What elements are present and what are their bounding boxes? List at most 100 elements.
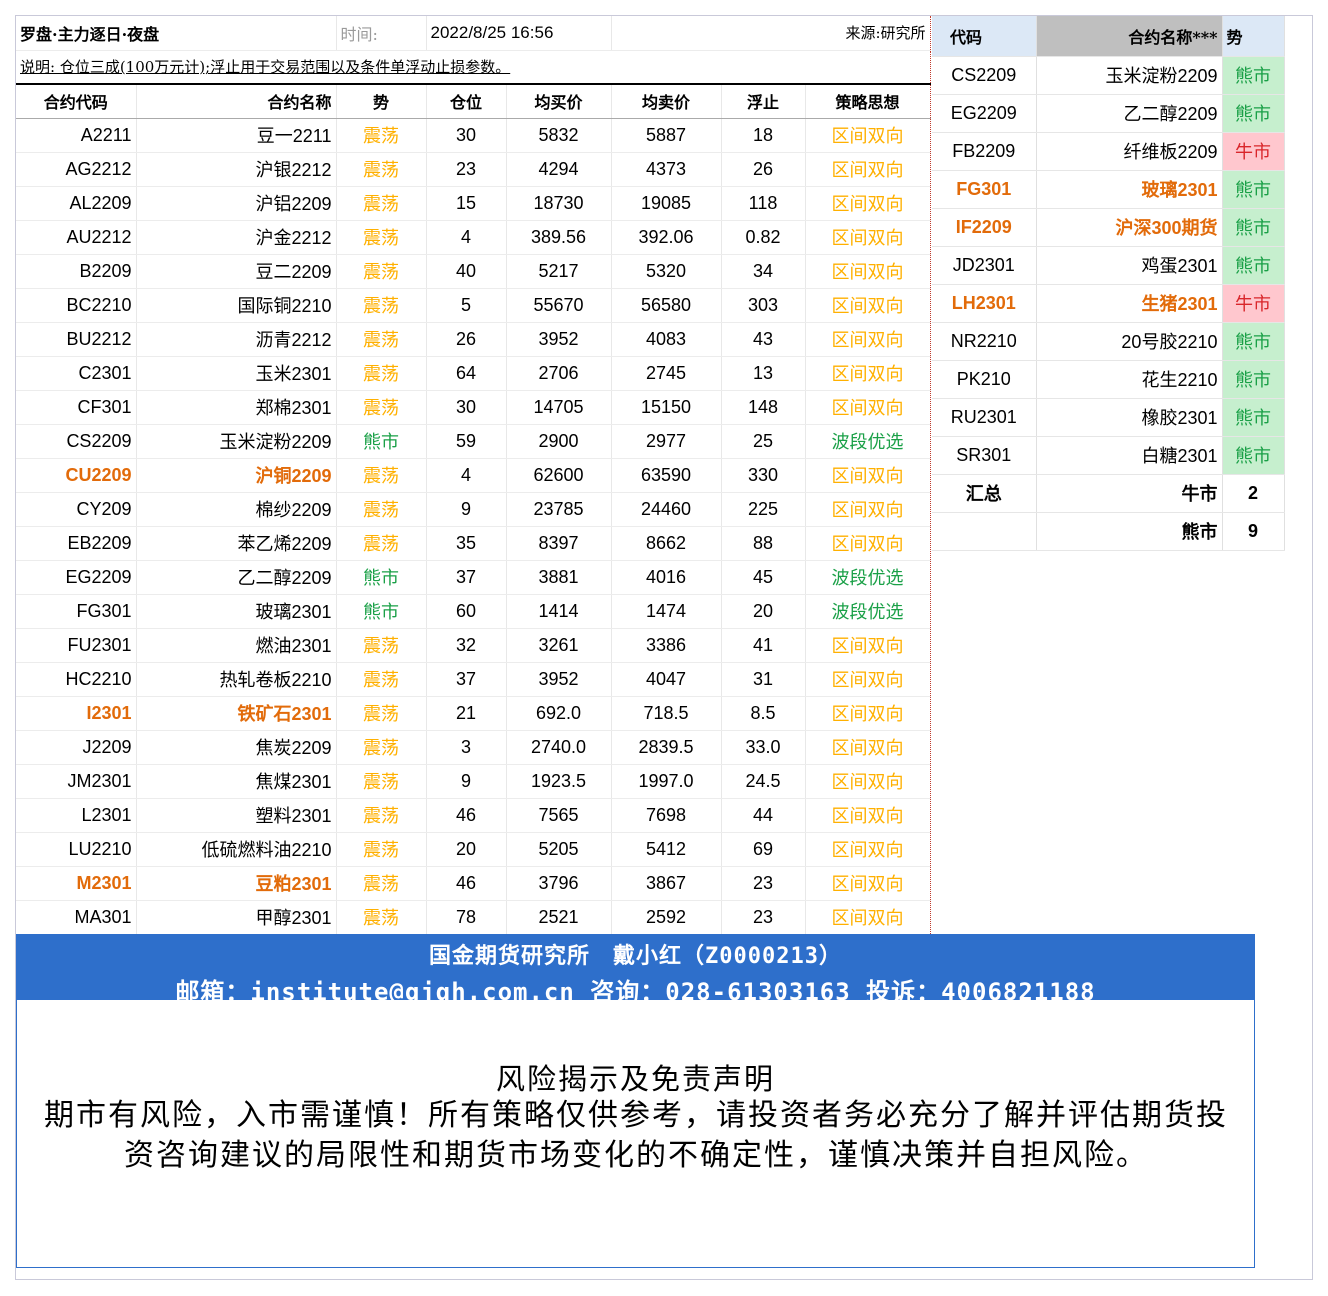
trend-cell[interactable]: 震荡 [336,254,427,289]
float-stop-cell[interactable]: 25 [721,424,806,459]
summary-name-cell[interactable]: 沪深300期货 [1036,208,1223,247]
summary-row[interactable]: FG301 玻璃2301 熊市 [932,170,1285,209]
trend-cell[interactable]: 震荡 [336,730,427,765]
summary-name-cell[interactable]: 鸡蛋2301 [1036,246,1223,285]
position-cell[interactable]: 30 [426,118,507,153]
position-cell[interactable]: 21 [426,696,507,731]
summary-trend-cell[interactable]: 牛市 [1222,284,1285,323]
summary-total-bull-row[interactable]: 汇总 牛市 2 [932,474,1285,513]
summary-code-cell[interactable]: CS2209 [932,56,1037,95]
avg-sell-cell[interactable]: 7698 [611,798,722,833]
contract-name-cell[interactable]: 沥青2212 [136,322,337,357]
table-row[interactable]: JM2301 焦煤2301 震荡 9 1923.5 1997.0 24.5 区间双向 [16,764,931,799]
strategy-cell[interactable]: 区间双向 [805,152,931,187]
avg-buy-cell[interactable]: 389.56 [506,220,612,255]
contract-name-cell[interactable]: 焦炭2209 [136,730,337,765]
avg-sell-cell[interactable]: 392.06 [611,220,722,255]
avg-sell-cell[interactable]: 2839.5 [611,730,722,765]
contract-code-cell[interactable]: EB2209 [16,526,137,561]
table-row[interactable]: HC2210 热轧卷板2210 震荡 37 3952 4047 31 区间双向 [16,662,931,697]
strategy-cell[interactable]: 区间双向 [805,696,931,731]
avg-sell-cell[interactable]: 8662 [611,526,722,561]
summary-name-cell[interactable]: 玻璃2301 [1036,170,1223,209]
strategy-cell[interactable]: 区间双向 [805,118,931,153]
avg-buy-cell[interactable]: 23785 [506,492,612,527]
summary-row[interactable]: NR2210 20号胶2210 熊市 [932,322,1285,361]
summary-name-cell[interactable]: 乙二醇2209 [1036,94,1223,133]
strategy-cell[interactable]: 区间双向 [805,220,931,255]
trend-cell[interactable]: 震荡 [336,526,427,561]
avg-buy-cell[interactable]: 2706 [506,356,612,391]
contract-name-cell[interactable]: 低硫燃料油2210 [136,832,337,867]
table-row[interactable]: FU2301 燃油2301 震荡 32 3261 3386 41 区间双向 [16,628,931,663]
contract-name-cell[interactable]: 苯乙烯2209 [136,526,337,561]
summary-row[interactable]: RU2301 橡胶2301 熊市 [932,398,1285,437]
summary-name-cell[interactable]: 20号胶2210 [1036,322,1223,361]
float-stop-cell[interactable]: 26 [721,152,806,187]
contract-name-cell[interactable]: 燃油2301 [136,628,337,663]
avg-sell-cell[interactable]: 718.5 [611,696,722,731]
strategy-cell[interactable]: 区间双向 [805,832,931,867]
summary-row[interactable]: JD2301 鸡蛋2301 熊市 [932,246,1285,285]
trend-cell[interactable]: 震荡 [336,866,427,901]
avg-buy-cell[interactable]: 8397 [506,526,612,561]
strategy-cell[interactable]: 波段优选 [805,424,931,459]
table-row[interactable]: J2209 焦炭2209 震荡 3 2740.0 2839.5 33.0 区间双向 [16,730,931,765]
trend-cell[interactable]: 震荡 [336,492,427,527]
avg-buy-cell[interactable]: 1414 [506,594,612,629]
summary-trend-cell[interactable]: 熊市 [1222,360,1285,399]
position-cell[interactable]: 32 [426,628,507,663]
contract-code-cell[interactable]: FG301 [16,594,137,629]
contract-name-cell[interactable]: 沪铜2209 [136,458,337,493]
avg-buy-cell[interactable]: 3881 [506,560,612,595]
table-row[interactable]: LU2210 低硫燃料油2210 震荡 20 5205 5412 69 区间双向 [16,832,931,867]
trend-cell[interactable]: 震荡 [336,696,427,731]
summary-row[interactable]: FB2209 纤维板2209 牛市 [932,132,1285,171]
contract-name-cell[interactable]: 甲醇2301 [136,900,337,935]
contract-code-cell[interactable]: MA301 [16,900,137,935]
avg-buy-cell[interactable]: 2900 [506,424,612,459]
trend-cell[interactable]: 震荡 [336,390,427,425]
position-cell[interactable]: 4 [426,458,507,493]
avg-buy-cell[interactable]: 1923.5 [506,764,612,799]
contract-name-cell[interactable]: 焦煤2301 [136,764,337,799]
summary-trend-cell[interactable]: 牛市 [1222,132,1285,171]
avg-buy-cell[interactable]: 692.0 [506,696,612,731]
avg-sell-cell[interactable]: 4047 [611,662,722,697]
contract-code-cell[interactable]: EG2209 [16,560,137,595]
contract-name-cell[interactable]: 棉纱2209 [136,492,337,527]
avg-sell-cell[interactable]: 3867 [611,866,722,901]
position-cell[interactable]: 4 [426,220,507,255]
summary-code-cell[interactable]: IF2209 [932,208,1037,247]
contract-code-cell[interactable]: CY209 [16,492,137,527]
summary-name-cell[interactable]: 纤维板2209 [1036,132,1223,171]
contract-code-cell[interactable]: AU2212 [16,220,137,255]
strategy-cell[interactable]: 区间双向 [805,288,931,323]
summary-row[interactable]: EG2209 乙二醇2209 熊市 [932,94,1285,133]
contract-name-cell[interactable]: 玉米2301 [136,356,337,391]
bear-count[interactable]: 9 [1222,512,1285,551]
trend-cell[interactable]: 震荡 [336,356,427,391]
summary-code-cell[interactable]: RU2301 [932,398,1037,437]
avg-sell-cell[interactable]: 19085 [611,186,722,221]
avg-sell-cell[interactable]: 3386 [611,628,722,663]
col-header-name[interactable]: 合约名称 [136,84,337,119]
trend-cell[interactable]: 震荡 [336,832,427,867]
position-cell[interactable]: 59 [426,424,507,459]
contract-code-cell[interactable]: LU2210 [16,832,137,867]
col-header-code[interactable]: 合约代码 [16,84,137,119]
bull-count[interactable]: 2 [1222,474,1285,513]
contract-code-cell[interactable]: J2209 [16,730,137,765]
summary-trend-cell[interactable]: 熊市 [1222,208,1285,247]
table-row[interactable]: EB2209 苯乙烯2209 震荡 35 8397 8662 88 区间双向 [16,526,931,561]
strategy-cell[interactable]: 波段优选 [805,594,931,629]
contract-code-cell[interactable]: AG2212 [16,152,137,187]
table-row[interactable]: BU2212 沥青2212 震荡 26 3952 4083 43 区间双向 [16,322,931,357]
avg-sell-cell[interactable]: 5887 [611,118,722,153]
contract-name-cell[interactable]: 沪金2212 [136,220,337,255]
contract-name-cell[interactable]: 沪铝2209 [136,186,337,221]
avg-buy-cell[interactable]: 3261 [506,628,612,663]
position-cell[interactable]: 35 [426,526,507,561]
contract-name-cell[interactable]: 玻璃2301 [136,594,337,629]
float-stop-cell[interactable]: 88 [721,526,806,561]
